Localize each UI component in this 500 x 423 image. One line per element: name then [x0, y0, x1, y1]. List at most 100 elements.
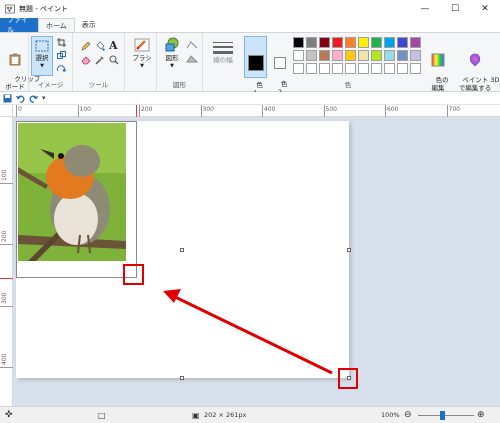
- custom-color-slot[interactable]: [410, 63, 421, 74]
- customize-toolbar-icon[interactable]: ▾: [42, 94, 46, 102]
- color-swatch[interactable]: [384, 50, 395, 61]
- ruler-label: 400: [264, 106, 276, 113]
- color-swatch[interactable]: [306, 50, 317, 61]
- color-swatch[interactable]: [306, 37, 317, 48]
- tab-view[interactable]: 表示: [75, 18, 103, 32]
- rotate-icon[interactable]: [57, 64, 66, 73]
- save-icon[interactable]: [3, 94, 12, 103]
- select-button[interactable]: 選択 ▼: [31, 36, 53, 76]
- image-group: 選択 ▼ イメージ: [29, 33, 73, 91]
- ruler-label: 500: [325, 106, 337, 113]
- clipboard-button[interactable]: クリップ ボード: [2, 37, 40, 99]
- zoom-in-button[interactable]: ⊕: [477, 410, 485, 420]
- text-tool-icon[interactable]: A: [109, 39, 118, 52]
- color-swatch[interactable]: [358, 50, 369, 61]
- color-swatch[interactable]: [371, 50, 382, 61]
- ruler-tick: [262, 105, 263, 117]
- ribbon-tabs: ファイル ホーム 表示: [0, 16, 500, 34]
- color-swatch[interactable]: [371, 37, 382, 48]
- outline-width-button[interactable]: 線の幅: [209, 41, 237, 64]
- color-swatch[interactable]: [293, 50, 304, 61]
- quick-access-toolbar: ▾: [0, 92, 500, 105]
- crop-icon[interactable]: [57, 38, 66, 47]
- resize-icon[interactable]: [57, 51, 66, 60]
- fill-icon[interactable]: [186, 55, 198, 63]
- ruler-label: 700: [448, 106, 460, 113]
- shapes-button[interactable]: 図形 ▼: [160, 37, 184, 70]
- clipboard-icon: [9, 53, 21, 66]
- chevron-down-icon: ▼: [170, 63, 174, 69]
- redo-icon[interactable]: [29, 94, 38, 103]
- ruler-position-marker: [136, 105, 137, 117]
- outline-width-group: 線の幅: [203, 33, 243, 91]
- color-picker-icon[interactable]: [95, 55, 105, 65]
- ruler-tick: [200, 105, 202, 117]
- colors-group-label: 色: [344, 81, 352, 89]
- chevron-down-icon: ▼: [140, 63, 144, 69]
- color-swatch[interactable]: [319, 50, 330, 61]
- paint3d-icon: [469, 53, 481, 67]
- color1-button[interactable]: 色 1: [244, 36, 267, 97]
- color-swatch[interactable]: [410, 37, 421, 48]
- color-swatch[interactable]: [397, 37, 408, 48]
- color-swatch[interactable]: [384, 37, 395, 48]
- tab-home[interactable]: ホーム: [38, 18, 75, 32]
- custom-color-slot[interactable]: [319, 63, 330, 74]
- edit-colors-button[interactable]: 色の 編集: [427, 37, 449, 100]
- color-wheel-icon: [431, 53, 445, 67]
- minimize-button[interactable]: —: [410, 0, 440, 18]
- color-swatch[interactable]: [410, 50, 421, 61]
- selection-size-icon: ▣: [192, 410, 200, 420]
- paint-app-icon: [5, 4, 15, 14]
- custom-color-slot[interactable]: [293, 63, 304, 74]
- color-swatch[interactable]: [397, 50, 408, 61]
- outline-icon[interactable]: [186, 41, 198, 49]
- color-swatch[interactable]: [345, 37, 356, 48]
- custom-color-slot[interactable]: [332, 63, 343, 74]
- magnifier-icon[interactable]: [109, 55, 119, 65]
- ruler-tick: [0, 244, 13, 245]
- cursor-position-icon: ✜: [5, 410, 13, 420]
- tools-group-label: ツール: [88, 81, 109, 89]
- status-bar: ✜ □ ▣ 202 × 261px 100% ⊖ ⊕: [0, 406, 500, 423]
- zoom-slider-thumb[interactable]: [440, 411, 445, 420]
- custom-color-slot[interactable]: [384, 63, 395, 74]
- custom-color-slot[interactable]: [371, 63, 382, 74]
- color-swatch[interactable]: [332, 50, 343, 61]
- color-swatch[interactable]: [358, 37, 369, 48]
- ruler-tick: [0, 182, 13, 184]
- pencil-icon[interactable]: [81, 41, 91, 51]
- color-swatch[interactable]: [332, 37, 343, 48]
- paint3d-button[interactable]: ペイント 3D で編集する: [454, 37, 499, 100]
- custom-color-slot[interactable]: [358, 63, 369, 74]
- ruler-tick: [0, 367, 13, 368]
- shapes-label: 図形: [165, 54, 179, 62]
- color2-swatch: [274, 57, 286, 69]
- ruler-tick: [446, 105, 448, 117]
- zoom-out-button[interactable]: ⊖: [404, 410, 412, 420]
- ruler-label: 400: [1, 353, 8, 365]
- color-swatch[interactable]: [345, 50, 356, 61]
- brushes-button[interactable]: ブラシ ▼: [129, 37, 155, 70]
- color-swatch[interactable]: [319, 37, 330, 48]
- ruler-tick: [385, 105, 386, 117]
- line-width-icon: [213, 42, 233, 54]
- undo-icon[interactable]: [16, 94, 25, 103]
- ribbon: クリップ ボード 選択 ▼ イメージ A ツール ブラシ ▼ 図形 ▼ 図形 線…: [0, 32, 500, 97]
- vertical-ruler: 100 200 300 400: [0, 117, 13, 406]
- ruler-label: 600: [387, 106, 399, 113]
- brushes-group: ブラシ ▼: [125, 33, 157, 91]
- maximize-button[interactable]: ☐: [440, 0, 470, 18]
- canvas-workspace[interactable]: [13, 117, 500, 406]
- custom-color-slot[interactable]: [345, 63, 356, 74]
- ruler-position-marker: [0, 278, 13, 279]
- chevron-down-icon: ▼: [40, 63, 44, 69]
- custom-color-slot[interactable]: [397, 63, 408, 74]
- eraser-icon[interactable]: [81, 55, 91, 65]
- fill-bucket-icon[interactable]: [95, 41, 105, 51]
- tab-file[interactable]: ファイル: [0, 16, 38, 34]
- color-swatch[interactable]: [293, 37, 304, 48]
- close-button[interactable]: ✕: [470, 0, 500, 18]
- zoom-slider[interactable]: [418, 411, 474, 420]
- custom-color-slot[interactable]: [306, 63, 317, 74]
